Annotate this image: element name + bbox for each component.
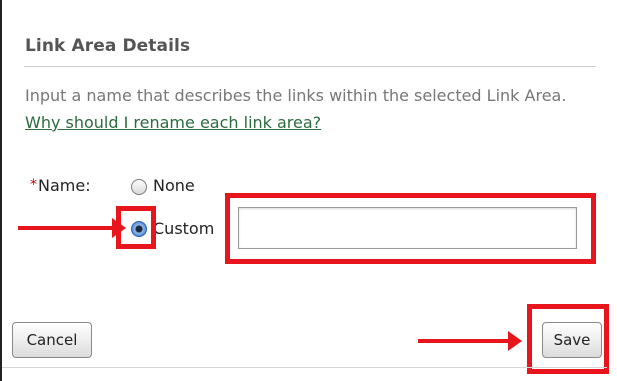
dialog-description: Input a name that describes the links wi… — [25, 82, 600, 136]
arrow-right-icon — [418, 331, 522, 351]
radio-none-label[interactable]: None — [153, 176, 195, 195]
rename-help-link[interactable]: Why should I rename each link area? — [25, 113, 321, 132]
radio-none[interactable] — [131, 179, 147, 195]
title-divider — [24, 66, 596, 67]
name-label-text: Name: — [38, 176, 91, 195]
cancel-button[interactable]: Cancel — [12, 322, 92, 358]
required-marker: * — [30, 177, 37, 193]
description-text: Input a name that describes the links wi… — [25, 86, 567, 105]
radio-custom-label[interactable]: Custom — [153, 219, 214, 238]
annotation-box-custom-input — [225, 193, 596, 264]
save-button[interactable]: Save — [542, 322, 602, 358]
dialog-title: Link Area Details — [25, 36, 191, 56]
arrow-right-icon — [18, 218, 126, 238]
name-field-label: *Name: — [30, 176, 91, 195]
footer-divider — [2, 367, 607, 368]
